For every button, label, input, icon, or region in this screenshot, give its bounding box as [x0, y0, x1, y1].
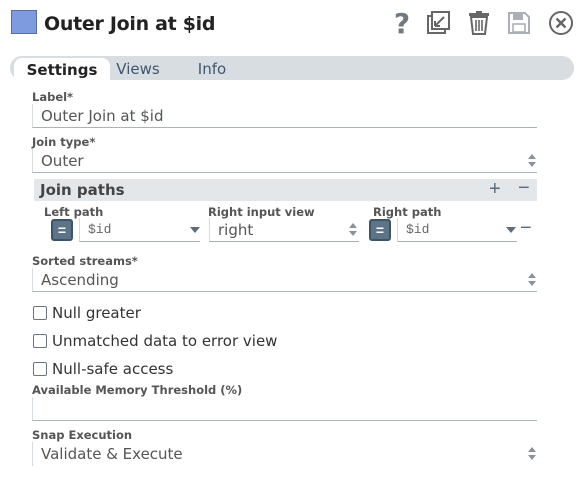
join-type-select[interactable]: Outer	[32, 149, 537, 173]
join-paths-title: Join paths	[40, 181, 125, 199]
chevron-down-icon	[506, 227, 516, 233]
remove-all-minus-icon[interactable]: −	[518, 177, 530, 200]
add-row-plus-icon[interactable]: +	[489, 178, 501, 201]
dialog-title: Outer Join at $id	[44, 13, 216, 35]
label-input[interactable]: Outer Join at $id	[32, 104, 537, 128]
help-icon[interactable]: ?	[388, 7, 416, 40]
tab-views[interactable]: Views	[116, 58, 160, 80]
sorted-streams-select[interactable]: Ascending	[32, 268, 537, 292]
right-input-view-value: right	[218, 221, 254, 239]
select-updown-icon	[527, 272, 537, 288]
null-greater-checkbox[interactable]	[33, 306, 47, 320]
save-icon[interactable]	[505, 8, 533, 38]
close-icon[interactable]	[547, 8, 575, 38]
label-field-label: Label*	[32, 90, 74, 104]
unmatched-data-checkbox[interactable]	[33, 334, 47, 348]
delete-icon[interactable]	[465, 8, 493, 38]
sorted-streams-value: Ascending	[41, 271, 119, 289]
snap-execution-label: Snap Execution	[32, 428, 133, 442]
snap-execution-value: Validate & Execute	[41, 445, 183, 463]
unmatched-data-label: Unmatched data to error view	[52, 332, 278, 350]
right-input-view-label: Right input view	[208, 205, 315, 219]
memory-threshold-label: Available Memory Threshold (%)	[32, 383, 243, 397]
snap-execution-select[interactable]: Validate & Execute	[32, 442, 537, 466]
right-path-label: Right path	[373, 205, 442, 219]
chevron-down-icon	[190, 227, 200, 233]
null-greater-label: Null greater	[52, 304, 141, 322]
tab-settings[interactable]: Settings	[14, 58, 110, 82]
memory-threshold-input[interactable]	[32, 397, 537, 421]
join-paths-section: Join paths + −	[34, 177, 537, 201]
null-safe-access-label: Null-safe access	[52, 360, 174, 378]
left-path-select[interactable]: $id	[79, 218, 200, 242]
left-path-value: $id	[88, 222, 112, 237]
label-input-value: Outer Join at $id	[41, 107, 164, 125]
right-path-expression-toggle[interactable]: =	[369, 219, 391, 241]
left-path-expression-toggle[interactable]: =	[51, 219, 73, 241]
right-path-select[interactable]: $id	[397, 218, 517, 242]
select-updown-icon	[527, 153, 537, 169]
select-updown-icon	[348, 222, 358, 238]
remove-row-minus-icon[interactable]: −	[520, 217, 532, 240]
restore-icon[interactable]	[424, 8, 452, 38]
select-updown-icon	[527, 446, 537, 462]
join-type-value: Outer	[41, 152, 84, 170]
null-safe-access-checkbox[interactable]	[33, 362, 47, 376]
tab-info[interactable]: Info	[194, 58, 230, 80]
dialog-header: Outer Join at $id ?	[0, 0, 578, 50]
left-path-label: Left path	[44, 205, 104, 219]
join-type-label: Join type*	[32, 135, 96, 149]
right-input-view-select[interactable]: right	[209, 218, 359, 242]
snap-type-icon	[11, 10, 37, 34]
sorted-streams-label: Sorted streams*	[32, 254, 138, 268]
right-path-value: $id	[406, 222, 430, 237]
